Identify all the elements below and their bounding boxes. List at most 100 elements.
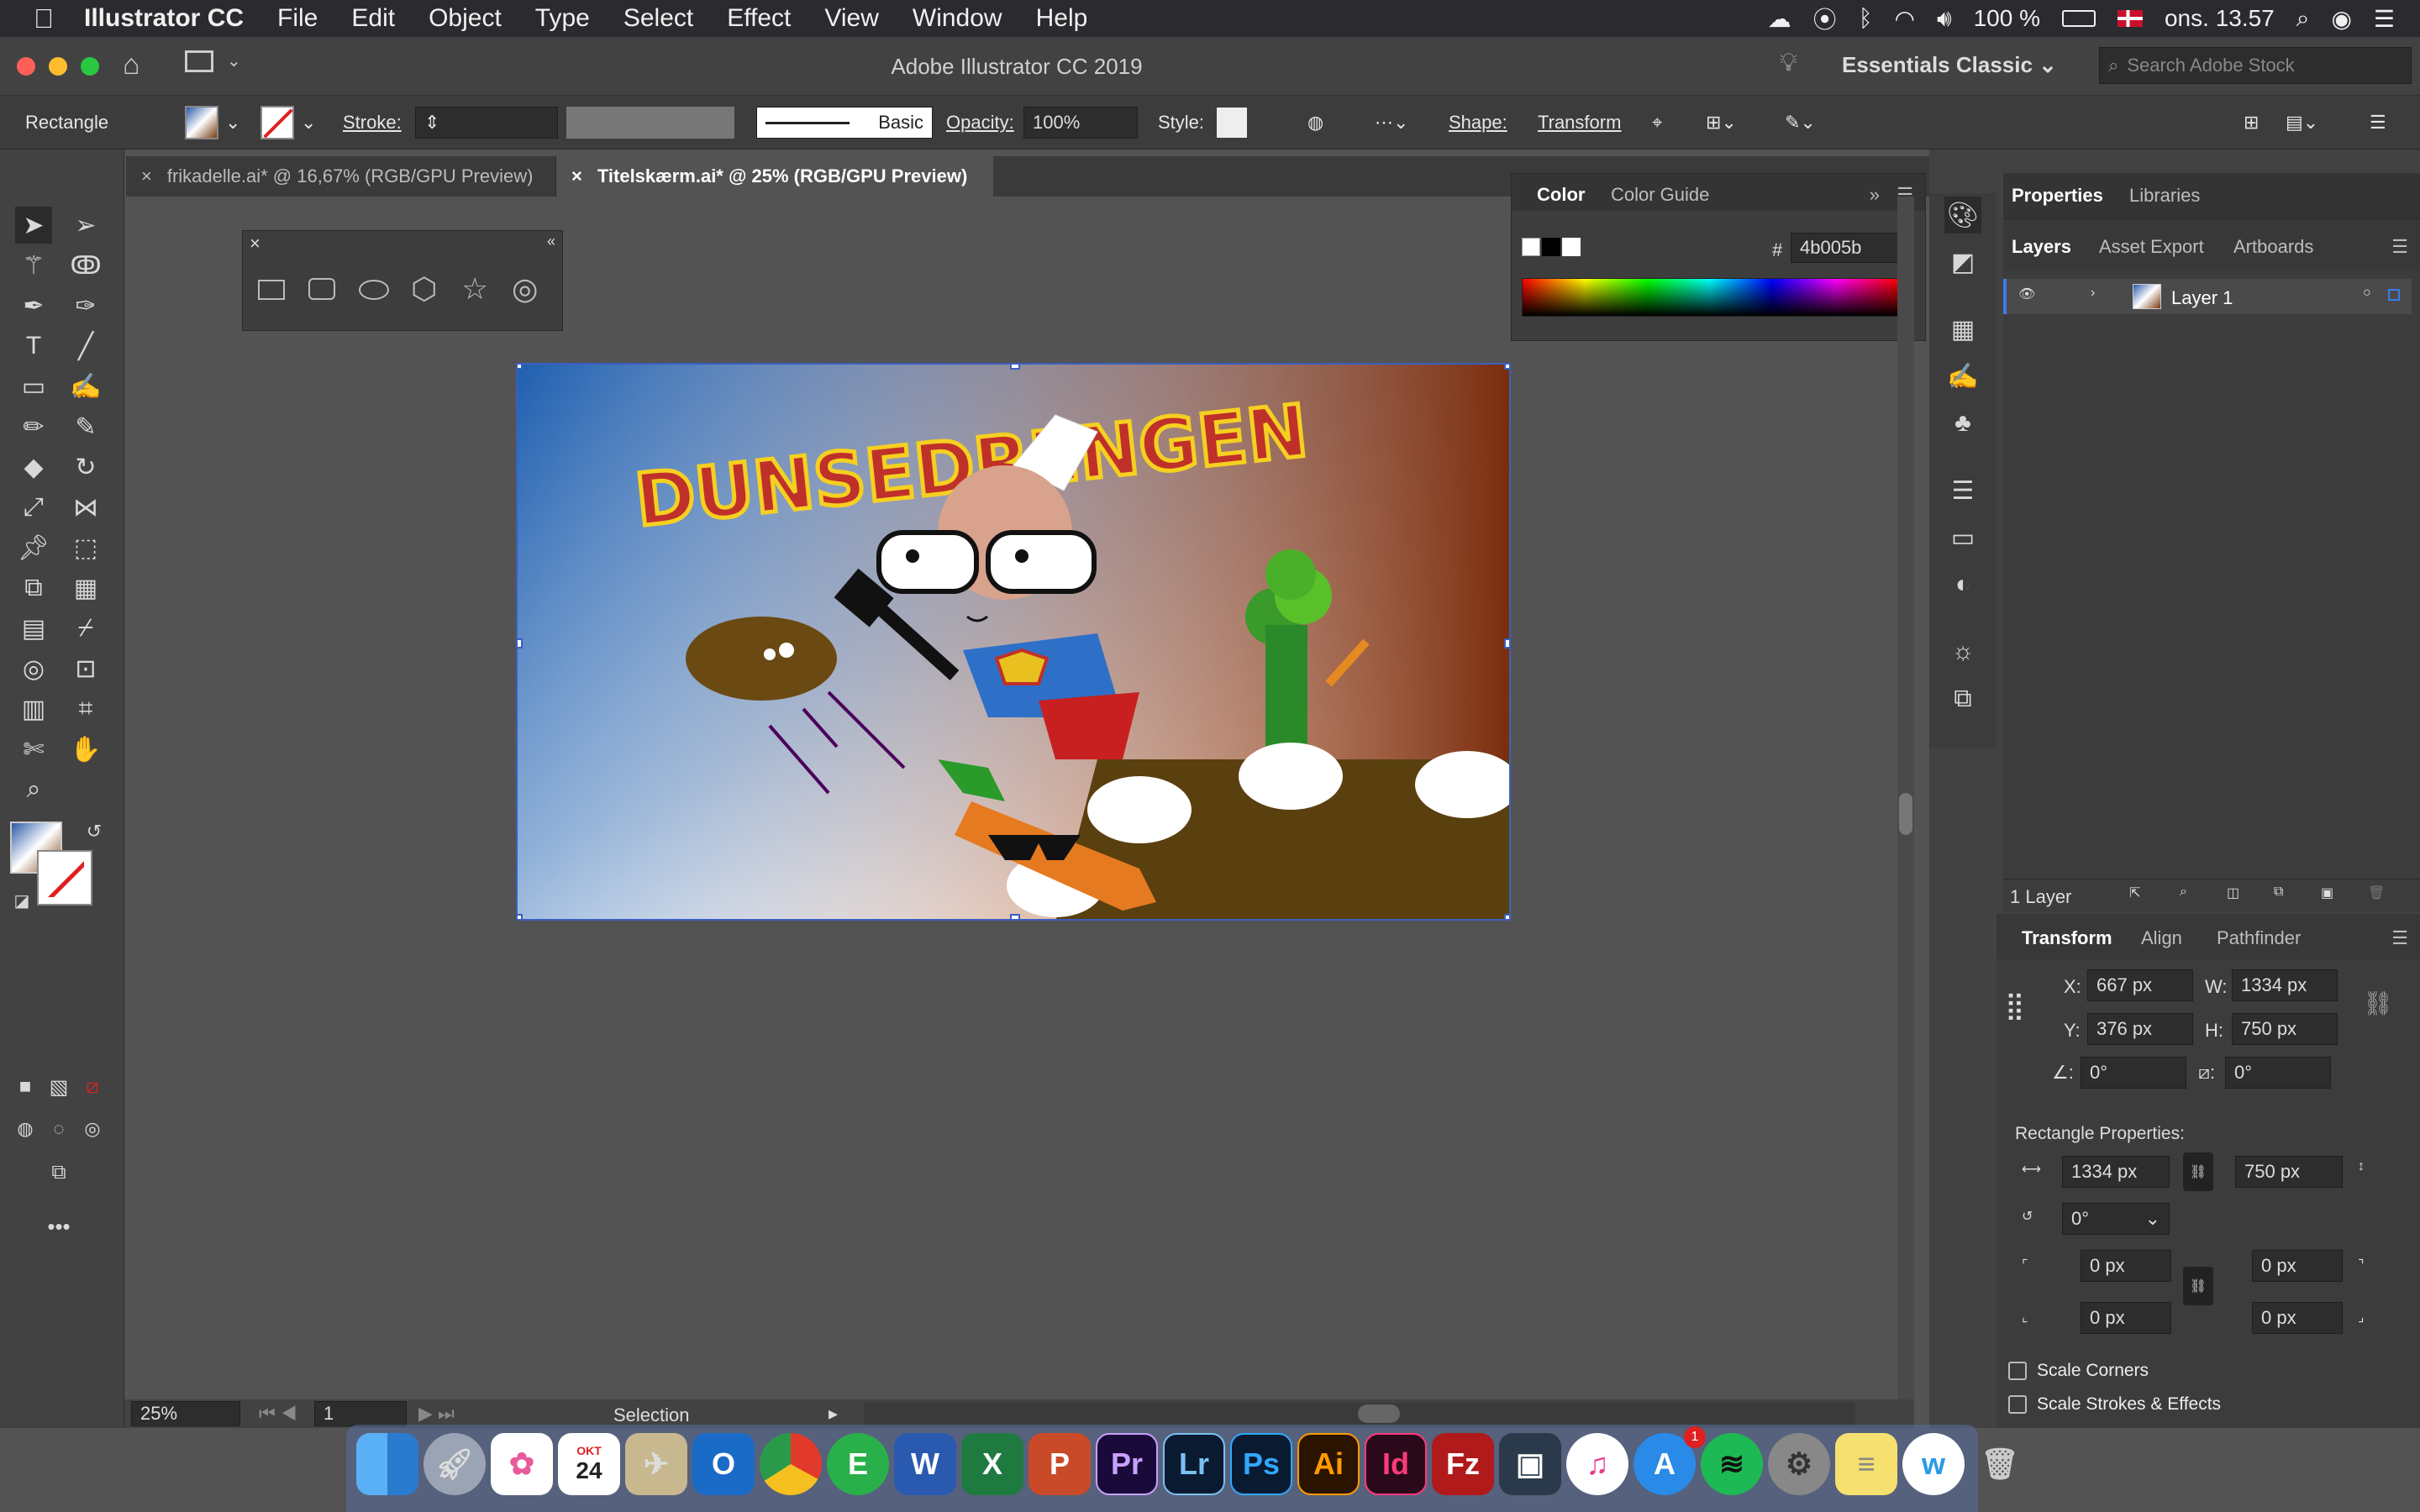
zoom-field[interactable]: 25% [131,1401,240,1426]
tab-color[interactable]: Color [1537,184,1585,206]
graphic-styles-icon[interactable]: ⧉ [1944,680,1981,717]
shape-builder-tool-icon[interactable]: ⧉ [15,570,52,606]
minimize-window-button[interactable] [49,57,67,76]
symbols-icon[interactable]: ♣ [1944,405,1981,442]
gradient-tool-icon[interactable]: ▤ [15,610,52,647]
rectangle-tool-icon[interactable] [258,280,285,300]
draw-normal-icon[interactable]: ◍ [7,1110,44,1147]
align-options-icon[interactable]: ⊞⌄ [1706,96,1737,150]
screen-sharing-icon[interactable]: ▣ [1499,1433,1561,1495]
lasso-tool-icon[interactable]: ↂ [67,247,104,284]
tab-align[interactable]: Align [2141,927,2182,949]
reference-point-icon[interactable]: ⣿ [2005,990,2024,1021]
curvature-tool-icon[interactable]: ✑ [67,287,104,324]
battery-icon[interactable] [2061,10,2096,27]
illustrator-icon[interactable]: Ai [1297,1433,1360,1495]
lightbulb-icon[interactable]: 💡︎ [1780,49,1797,77]
creative-cloud-icon[interactable]: ☁ [1768,5,1791,33]
next-artboard-icon[interactable]: ▶ ⏭ [418,1403,455,1425]
recolor-artwork-icon[interactable]: ◍ [1307,96,1323,150]
magic-wand-tool-icon[interactable]: ⚚ [15,247,52,284]
isolate-icon[interactable]: ⌖ [1652,96,1662,150]
photoshop-icon[interactable]: Ps [1230,1433,1292,1495]
y-field[interactable]: 376 px [2087,1013,2193,1045]
filezilla-icon[interactable]: Fz [1432,1433,1494,1495]
menu-app[interactable]: Illustrator CC [84,4,244,33]
indesign-icon[interactable]: Id [1365,1433,1427,1495]
hamburger-menu-icon[interactable]: ☰ [2370,96,2386,150]
layer-name[interactable]: Layer 1 [2171,287,2233,309]
link-dimensions-icon[interactable]: ⛓︎ [2183,1152,2213,1191]
type-tool-icon[interactable]: T [15,328,52,365]
zoom-tool-icon[interactable]: ⌕ [15,771,52,808]
chrome-icon[interactable] [760,1433,822,1495]
zoom-window-button[interactable] [81,57,99,76]
rect-height-field[interactable]: 750 px [2235,1156,2343,1188]
selection-handle-tl[interactable] [518,365,523,370]
artboard-tool-icon[interactable]: ⌗ [67,690,104,727]
more-tools-icon[interactable]: ••• [40,1208,77,1245]
word-icon[interactable]: W [894,1433,956,1495]
search-stock-input[interactable]: ⌕ Search Adobe Stock [2099,47,2412,84]
menu-effect[interactable]: Effect [727,4,791,33]
width-tool-icon[interactable]: ⋈ [67,489,104,526]
expand-layer-icon[interactable]: › [2091,286,2095,301]
corner-bl-field[interactable]: 0 px [2081,1302,2171,1334]
tab-titelskaerm[interactable]: × Titelskærm.ai* @ 25% (RGB/GPU Preview) [556,156,993,197]
notes-icon[interactable]: ≡ [1835,1433,1897,1495]
w-field[interactable]: 1334 px [2232,969,2338,1001]
tab-color-guide[interactable]: Color Guide [1611,184,1709,206]
rotate-angle-field[interactable]: 0° [2081,1057,2186,1089]
system-preferences-icon[interactable]: ⚙ [1768,1433,1830,1495]
corner-tr-field[interactable]: 0 px [2252,1250,2343,1282]
hand-tool-icon[interactable]: ✋ [67,731,104,768]
make-clipping-mask-icon[interactable]: ◫ [2227,885,2239,901]
polygon-tool-icon[interactable]: ⬡ [411,271,437,307]
menu-file[interactable]: File [277,4,318,33]
rotate-tool-icon[interactable]: ↻ [67,449,104,486]
close-icon[interactable]: × [571,165,582,187]
tab-pathfinder[interactable]: Pathfinder [2217,927,2301,949]
tab-artboards[interactable]: Artboards [2233,236,2313,258]
default-fill-stroke-icon[interactable]: ◪ [3,882,40,919]
powerpoint-icon[interactable]: P [1028,1433,1091,1495]
color-spectrum[interactable] [1522,278,1898,317]
eyedropper-tool-icon[interactable]: ⌿ [67,610,104,647]
menu-type[interactable]: Type [535,4,590,33]
direct-selection-tool-icon[interactable]: ➢ [67,207,104,244]
finder-icon[interactable] [356,1433,418,1495]
symbol-sprayer-tool-icon[interactable]: ⊡ [67,650,104,687]
vertical-scrollbar[interactable] [1897,197,1914,1399]
workspace-switcher[interactable]: Essentials Classic ⌄ [1842,52,2057,78]
close-icon[interactable]: × [141,165,152,187]
volume-icon[interactable]: 🔊︎ [1937,5,1952,33]
flare-tool-icon[interactable]: ◎ [512,271,538,307]
shaper-tool-icon[interactable]: ✏ [15,408,52,445]
slice-tool-icon[interactable]: ✄ [15,731,52,768]
blend-tool-icon[interactable]: ◎ [15,650,52,687]
h-field[interactable]: 750 px [2232,1013,2338,1045]
menu-view[interactable]: View [824,4,878,33]
color-mode-icon[interactable]: ■ [7,1068,44,1105]
scale-strokes-checkbox[interactable] [2008,1395,2027,1415]
tab-asset-export[interactable]: Asset Export [2099,236,2204,258]
hex-input[interactable]: 4b005b [1791,233,1900,263]
outlook-icon[interactable]: O [692,1433,755,1495]
scale-corners-option[interactable]: Scale Corners [2008,1361,2149,1381]
wunderlist-icon[interactable]: w [1902,1433,1965,1495]
screen-mode-icon[interactable]: ⧉ [40,1154,77,1191]
swap-fill-stroke-icon[interactable]: ↺ [76,813,113,850]
brushes-icon[interactable]: ✍ [1944,358,1981,395]
rect-angle-field[interactable]: 0° ⌄ [2062,1203,2170,1235]
artboard-number-field[interactable]: 1 [314,1401,407,1426]
selection-handle-tc[interactable] [1010,365,1020,370]
trash-icon[interactable]: 🗑︎ [1976,1433,2023,1495]
pen-tool-icon[interactable]: ✒ [15,287,52,324]
close-icon[interactable]: × [250,233,260,255]
color-panel-icon[interactable]: 🎨︎ [1944,197,1981,234]
stroke-label[interactable]: Stroke: [343,96,402,150]
draw-behind-icon[interactable]: ◌ [40,1110,77,1147]
visibility-eye-icon[interactable]: 👁︎ [2018,286,2035,302]
corner-br-field[interactable]: 0 px [2252,1302,2343,1334]
puppet-warp-tool-icon[interactable]: 📌︎ [15,529,52,566]
